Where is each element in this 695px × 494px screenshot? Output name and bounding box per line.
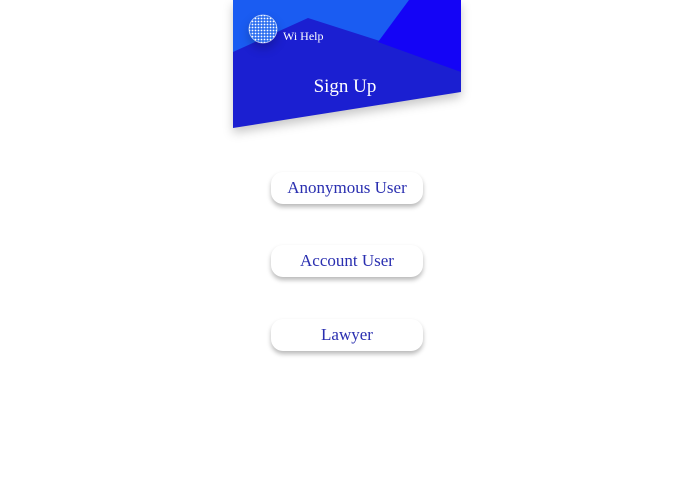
page: Wi Help Sign Up Anonymous User Account U… xyxy=(0,0,695,494)
page-title: Sign Up xyxy=(313,76,377,97)
header-banner: Wi Help Sign Up xyxy=(233,0,461,140)
app-screen: Wi Help Sign Up Anonymous User Account U… xyxy=(233,0,461,494)
lawyer-button[interactable]: Lawyer xyxy=(271,319,423,351)
app-name: Wi Help xyxy=(283,29,324,43)
globe-logo-icon xyxy=(248,14,278,44)
account-user-button[interactable]: Account User xyxy=(271,245,423,277)
anonymous-user-button[interactable]: Anonymous User xyxy=(271,172,423,204)
